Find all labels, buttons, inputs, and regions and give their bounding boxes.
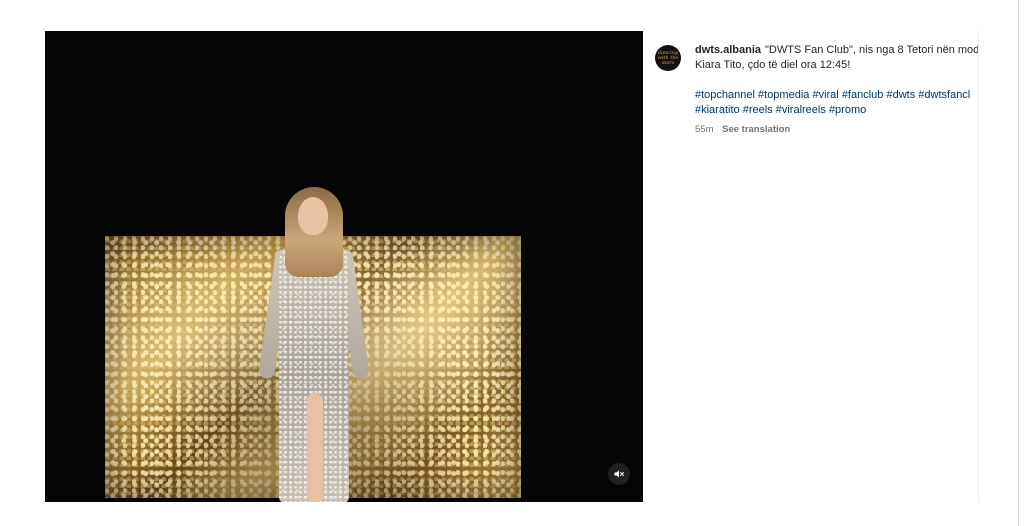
mute-button[interactable] <box>608 463 630 485</box>
face <box>298 197 328 235</box>
reel-video[interactable] <box>45 31 643 502</box>
instagram-post: dancing with the stars dwts.albania "DWTS… <box>45 31 979 502</box>
caption-first-line: dwts.albania "DWTS Fan Club", nis nga 8 T… <box>695 43 979 58</box>
hashtag-link[interactable]: #kiaratito <box>695 104 740 116</box>
avatar-logo-text: dancing with the stars <box>657 49 679 66</box>
caption: dwts.albania "DWTS Fan Club", nis nga 8 T… <box>695 43 979 137</box>
hashtag-link[interactable]: #promo <box>829 104 866 116</box>
panel-divider <box>978 31 979 502</box>
post-meta: 55m See translation <box>695 122 979 137</box>
hashtag-link[interactable]: #viralreels <box>776 104 826 116</box>
leg <box>307 393 323 502</box>
caption-row: dancing with the stars dwts.albania "DWTS… <box>655 43 979 137</box>
hashtag-link[interactable]: #dwts <box>886 89 915 101</box>
caption-text-1: "DWTS Fan Club", nis nga 8 Tetori nën mo… <box>765 44 979 56</box>
see-translation-link[interactable]: See translation <box>722 124 790 135</box>
hashtag-link[interactable]: #fanclub <box>842 89 884 101</box>
hashtag-link[interactable]: #reels <box>743 104 773 116</box>
caption-text-2: Kiara Tito, çdo të diel ora 12:45! <box>695 59 851 71</box>
woman-in-sequin-dress <box>257 183 370 502</box>
hashtags: #topchannel #topmedia #viral #fanclub #d… <box>695 88 979 118</box>
hashtag-line-1: #topchannel #topmedia #viral #fanclub #d… <box>695 88 979 103</box>
speaker-muted-icon <box>614 470 624 478</box>
hashtag-link[interactable]: #topchannel <box>695 89 755 101</box>
post-time: 55m <box>695 124 714 135</box>
avatar[interactable]: dancing with the stars <box>655 45 681 71</box>
hashtag-link[interactable]: #viral <box>812 89 838 101</box>
caption-panel: dancing with the stars dwts.albania "DWTS… <box>643 31 979 502</box>
hashtag-link[interactable]: #dwtsfancl <box>918 89 970 101</box>
hashtag-line-2: #kiaratito #reels #viralreels #promo <box>695 103 979 118</box>
username-link[interactable]: dwts.albania <box>695 44 761 56</box>
window-edge <box>1018 0 1019 526</box>
hashtag-link[interactable]: #topmedia <box>758 89 809 101</box>
